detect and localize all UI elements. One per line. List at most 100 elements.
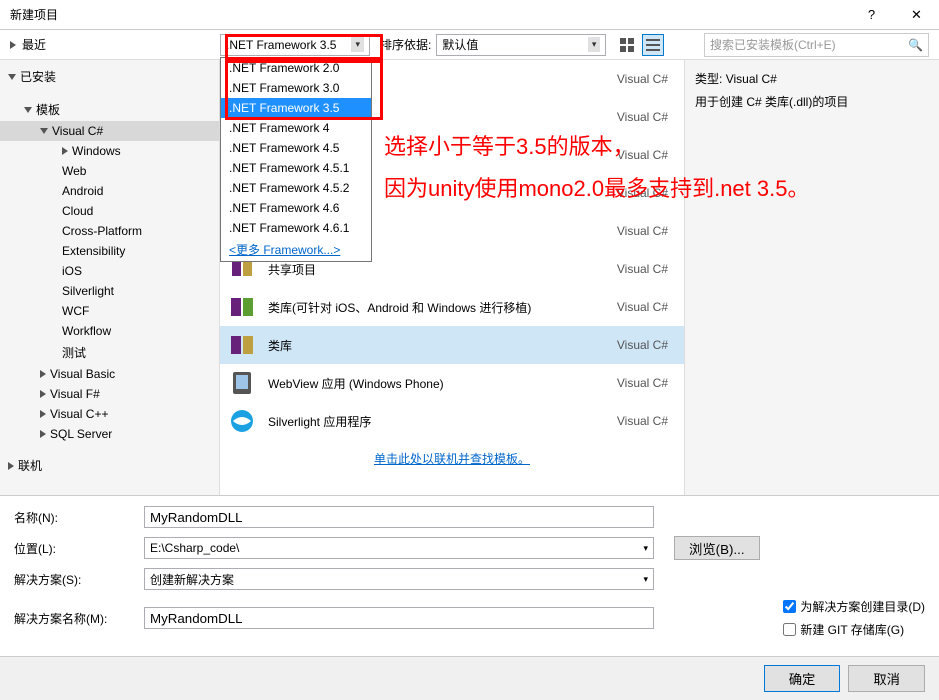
git-checkbox-row[interactable]: 新建 GIT 存储库(G) — [783, 621, 925, 638]
recent-label: 最近 — [22, 36, 46, 53]
framework-option[interactable]: .NET Framework 3.0 — [221, 78, 371, 98]
sidebar-item[interactable]: Android — [0, 181, 219, 201]
titlebar: 新建项目 ? ✕ — [0, 0, 939, 30]
chevron-right-icon — [40, 370, 46, 378]
sidebar-item[interactable]: WCF — [0, 301, 219, 321]
solution-label: 解决方案(S): — [14, 571, 144, 588]
sidebar-item[interactable]: Web — [0, 161, 219, 181]
template-icon — [228, 293, 256, 321]
search-input[interactable]: 搜索已安装模板(Ctrl+E) 🔍 — [704, 33, 929, 57]
template-icon — [228, 369, 256, 397]
cancel-button[interactable]: 取消 — [848, 665, 925, 692]
name-input[interactable] — [144, 506, 654, 528]
solution-name-label: 解决方案名称(M): — [14, 610, 144, 627]
chevron-down-icon — [24, 107, 32, 113]
sort-label: 排序依据: — [380, 36, 431, 53]
template-name: 共享项目 — [268, 261, 617, 278]
template-row[interactable]: 类库Visual C# — [220, 326, 684, 364]
view-list-button[interactable] — [642, 34, 664, 56]
sidebar-installed[interactable]: 已安装 — [0, 65, 219, 88]
solution-combo[interactable]: 创建新解决方案 — [144, 568, 654, 590]
sort-value: 默认值 — [442, 36, 478, 53]
template-name: WebView 应用 (Windows Phone) — [268, 375, 617, 392]
framework-option[interactable]: .NET Framework 4 — [221, 118, 371, 138]
window-controls: ? ✕ — [849, 0, 939, 29]
location-combo[interactable]: E:\Csharp_code\ — [144, 537, 654, 559]
framework-option[interactable]: .NET Framework 4.6 — [221, 198, 371, 218]
sidebar-item[interactable]: Visual Basic — [0, 364, 219, 384]
framework-option[interactable]: .NET Framework 2.0 — [221, 58, 371, 78]
window-title: 新建项目 — [10, 6, 58, 23]
sidebar-item[interactable]: Workflow — [0, 321, 219, 341]
chevron-right-icon — [8, 462, 14, 470]
framework-option[interactable]: .NET Framework 4.6.1 — [221, 218, 371, 238]
list-icon — [646, 38, 660, 52]
framework-option[interactable]: .NET Framework 3.5 — [221, 98, 371, 118]
chevron-down-icon — [40, 128, 48, 134]
sidebar-item[interactable]: Silverlight — [0, 281, 219, 301]
type-value: Visual C# — [726, 72, 777, 86]
sidebar-item[interactable]: Cloud — [0, 201, 219, 221]
template-lang: Visual C# — [617, 186, 668, 200]
description: 用于创建 C# 类库(.dll)的项目 — [695, 93, 929, 110]
sidebar-item[interactable]: 测试 — [0, 341, 219, 364]
template-lang: Visual C# — [617, 414, 668, 428]
template-lang: Visual C# — [617, 72, 668, 86]
template-row[interactable]: WebView 应用 (Windows Phone)Visual C# — [220, 364, 684, 402]
sidebar-item[interactable]: Extensibility — [0, 241, 219, 261]
sidebar-item[interactable]: iOS — [0, 261, 219, 281]
name-label: 名称(N): — [14, 509, 144, 526]
main-area: 已安装 模板 Visual C#WindowsWebAndroidCloudCr… — [0, 60, 939, 495]
sidebar-item[interactable]: Windows — [0, 141, 219, 161]
sidebar-item[interactable]: Visual C# — [0, 121, 219, 141]
sidebar-item[interactable]: SQL Server — [0, 424, 219, 444]
framework-more-link[interactable]: <更多 Framework...> — [221, 238, 371, 261]
details-panel: 类型: Visual C# 用于创建 C# 类库(.dll)的项目 — [684, 60, 939, 495]
framework-dropdown-list: .NET Framework 2.0.NET Framework 3.0.NET… — [220, 57, 372, 262]
help-button[interactable]: ? — [849, 0, 894, 29]
type-row: 类型: Visual C# — [695, 70, 929, 87]
view-buttons — [616, 34, 664, 56]
location-label: 位置(L): — [14, 540, 144, 557]
chevron-right-icon — [40, 410, 46, 418]
close-button[interactable]: ✕ — [894, 0, 939, 29]
search-placeholder: 搜索已安装模板(Ctrl+E) — [710, 36, 836, 53]
sidebar-templates[interactable]: 模板 — [0, 98, 219, 121]
sidebar-online[interactable]: 联机 — [0, 454, 219, 477]
browse-button[interactable]: 浏览(B)... — [674, 536, 760, 560]
template-name: Silverlight 应用程序 — [268, 413, 617, 430]
template-lang: Visual C# — [617, 300, 668, 314]
view-grid-button[interactable] — [616, 34, 638, 56]
online-link-row: 单击此处以联机并查找模板。 — [220, 440, 684, 477]
sort-dropdown[interactable]: 默认值 — [436, 34, 606, 56]
template-lang: Visual C# — [617, 376, 668, 390]
search-icon[interactable]: 🔍 — [908, 38, 923, 52]
chevron-down-icon — [8, 74, 16, 80]
framework-option[interactable]: .NET Framework 4.5.2 — [221, 178, 371, 198]
dialog-buttons: 确定 取消 — [0, 656, 939, 700]
online-templates-link[interactable]: 单击此处以联机并查找模板。 — [374, 452, 530, 466]
template-row[interactable]: 类库(可针对 iOS、Android 和 Windows 进行移植)Visual… — [220, 288, 684, 326]
sidebar-item[interactable]: Visual C++ — [0, 404, 219, 424]
framework-option[interactable]: .NET Framework 4.5 — [221, 138, 371, 158]
recent-header[interactable]: 最近 — [10, 36, 220, 53]
template-icon — [228, 407, 256, 435]
template-lang: Visual C# — [617, 262, 668, 276]
solution-name-input[interactable] — [144, 607, 654, 629]
type-label: 类型: — [695, 72, 722, 86]
template-row[interactable]: Silverlight 应用程序Visual C# — [220, 402, 684, 440]
sidebar-item[interactable]: Cross-Platform — [0, 221, 219, 241]
create-dir-checkbox[interactable] — [783, 600, 796, 613]
ok-button[interactable]: 确定 — [764, 665, 841, 692]
template-name: 类库(可针对 iOS、Android 和 Windows 进行移植) — [268, 299, 617, 316]
sidebar-item[interactable]: Visual F# — [0, 384, 219, 404]
framework-selected: .NET Framework 3.5 — [226, 38, 336, 52]
chevron-right-icon — [40, 430, 46, 438]
framework-option[interactable]: .NET Framework 4.5.1 — [221, 158, 371, 178]
framework-dropdown[interactable]: .NET Framework 3.5 .NET Framework 2.0.NE… — [220, 34, 370, 56]
toolbar: 最近 .NET Framework 3.5 .NET Framework 2.0… — [0, 30, 939, 60]
create-dir-checkbox-row[interactable]: 为解决方案创建目录(D) — [783, 598, 925, 615]
template-lang: Visual C# — [617, 338, 668, 352]
git-checkbox[interactable] — [783, 623, 796, 636]
chevron-right-icon — [10, 41, 16, 49]
